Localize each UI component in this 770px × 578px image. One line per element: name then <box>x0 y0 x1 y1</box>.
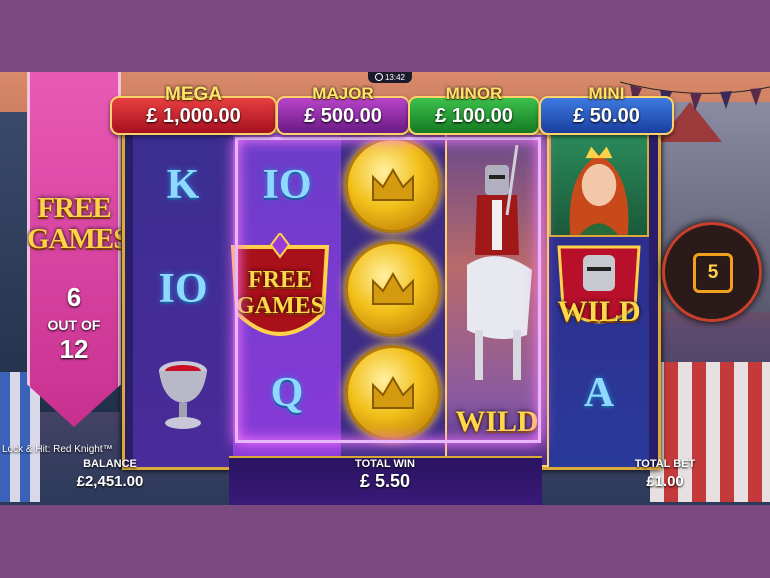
balance-label: BALANCE <box>83 458 137 470</box>
clock: 13:42 <box>368 72 412 83</box>
total-win-value: £ 5.50 <box>359 471 411 491</box>
reel-grid: K IO IO Q A WILD WILD FREE GAMES <box>122 130 661 470</box>
jackpot-minor-amount: £ 100.00 <box>435 105 513 127</box>
jackpot-mini-label: MINI <box>588 84 625 103</box>
spin-counter-value: 5 <box>693 253 733 293</box>
reel-cell <box>341 133 445 237</box>
reel-cell: K <box>133 133 233 237</box>
jackpot-mega-label: MEGA <box>165 84 222 105</box>
reel-cell: IO <box>233 133 341 237</box>
symbol-k: K <box>166 162 200 208</box>
coin-symbol <box>345 241 441 337</box>
clock-icon <box>374 73 383 81</box>
spin-counter[interactable]: 5 <box>662 222 762 322</box>
free-games-total: 12 <box>59 334 89 364</box>
lady-symbol <box>549 133 649 237</box>
jackpot-mini: MINI £ 50.00 <box>539 84 674 135</box>
wild-label: WILD <box>557 295 641 328</box>
free-games-title: FREE GAMES <box>27 193 121 255</box>
reel-cell <box>341 237 445 341</box>
reel-cell <box>341 341 445 445</box>
coin-symbol <box>345 137 441 233</box>
knight-wild-symbol: WILD <box>445 133 549 467</box>
jackpot-mini-amount: £ 50.00 <box>573 105 640 127</box>
total-bet-value[interactable]: £1.00 <box>605 473 725 490</box>
symbol-io: IO <box>158 266 208 312</box>
balance-value: £2,451.00 <box>76 473 144 490</box>
fg-symbol-line2: GAMES <box>235 293 324 319</box>
crown-icon <box>372 376 414 409</box>
jackpot-major-amount: £ 500.00 <box>304 105 382 127</box>
jackpot-mega: MEGA £ 1,000.00 <box>110 84 277 135</box>
goblet-icon <box>159 361 207 429</box>
free-games-symbol: FREE GAMES <box>225 233 335 358</box>
reel-3 <box>341 133 445 467</box>
symbol-io: IO <box>262 162 312 208</box>
jackpot-major-label: MAJOR <box>312 84 374 103</box>
reel-cell: A <box>549 341 649 445</box>
wild-shield-symbol: WILD <box>549 237 649 341</box>
free-games-title-line1: FREE <box>37 192 111 224</box>
tent-left <box>0 372 40 502</box>
game-stage: 13:42 FREE GAMES 6 OUT OF 12 K IO IO Q A… <box>0 72 770 505</box>
free-games-out-of: OUT OF <box>47 317 101 333</box>
crown-icon <box>372 168 414 201</box>
lady-icon <box>569 146 629 235</box>
knight-icon <box>467 145 532 380</box>
jackpot-major: MAJOR £ 500.00 <box>276 84 410 135</box>
jackpot-mega-amount: £ 1,000.00 <box>146 105 241 127</box>
game-title: Lock & Hit: Red Knight™ <box>2 444 113 455</box>
free-games-banner: FREE GAMES 6 OUT OF 12 <box>27 72 121 427</box>
coin-symbol <box>345 345 441 441</box>
free-games-title-line2: GAMES <box>27 223 129 255</box>
free-games-symbol-label: FREE GAMES <box>225 267 335 319</box>
crown-icon <box>372 272 414 305</box>
reel-cell: IO <box>133 237 233 341</box>
jackpot-minor-label: MINOR <box>445 84 503 103</box>
jackpot-minor: MINOR £ 100.00 <box>408 84 540 135</box>
reel-cell <box>133 341 233 445</box>
free-games-current: 6 <box>66 282 82 312</box>
reel-1: K IO <box>133 133 233 467</box>
total-win-label: TOTAL WIN <box>355 458 415 470</box>
symbol-q: Q <box>270 370 304 416</box>
wild-label: WILD <box>455 405 539 438</box>
symbol-a: A <box>583 370 615 416</box>
clock-time: 13:42 <box>384 73 406 82</box>
total-bet-label: TOTAL BET <box>634 458 696 470</box>
fg-symbol-line1: FREE <box>247 267 312 293</box>
